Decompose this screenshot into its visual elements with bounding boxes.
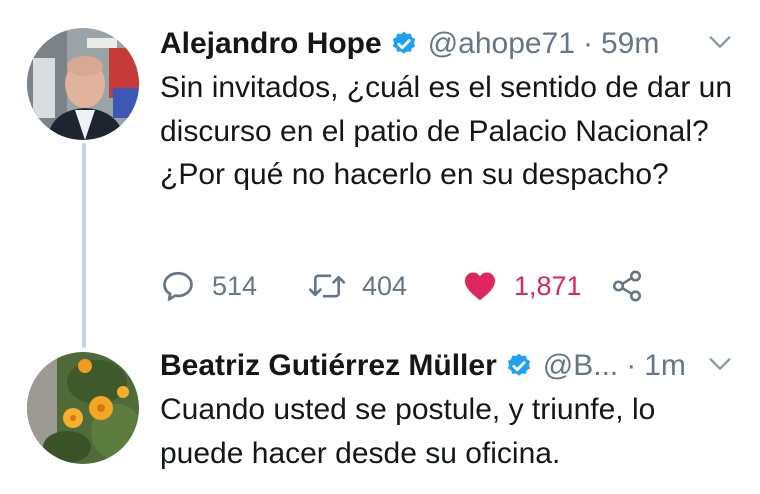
author-handle[interactable]: @B...	[543, 344, 618, 388]
retweet-count: 404	[362, 270, 408, 301]
verified-badge-icon	[392, 31, 415, 54]
tweet-1[interactable]: Alejandro Hope @ahope71 · 59m Sin invita…	[160, 22, 760, 197]
tweet-text: Sin invitados, ¿cuál es el sentido de da…	[160, 71, 733, 191]
timestamp[interactable]: 1m	[644, 344, 686, 388]
tweet-1-header: Alejandro Hope @ahope71 · 59m	[160, 22, 760, 66]
author-name[interactable]: Alejandro Hope	[160, 22, 382, 66]
author-name[interactable]: Beatriz Gutiérrez Müller	[160, 344, 497, 388]
verified-badge-icon	[507, 353, 530, 376]
retweet-button[interactable]: 404	[308, 266, 407, 306]
like-button[interactable]: 1,871	[462, 266, 582, 306]
thread-connector-line	[82, 143, 86, 348]
like-count: 1,871	[514, 270, 582, 301]
reply-icon	[163, 271, 193, 301]
reply-button[interactable]: 514	[160, 266, 257, 306]
author-handle[interactable]: @ahope71	[428, 22, 575, 66]
share-button[interactable]	[610, 266, 644, 306]
chevron-down-icon[interactable]	[706, 350, 734, 378]
share-icon	[612, 270, 642, 302]
avatar-alejandro-hope[interactable]	[27, 28, 139, 140]
separator-dot: ·	[626, 349, 637, 382]
timestamp[interactable]: 59m	[601, 22, 659, 66]
chevron-down-icon[interactable]	[706, 28, 734, 56]
retweet-icon	[308, 274, 346, 298]
separator-dot: ·	[582, 27, 593, 60]
heart-icon	[465, 272, 495, 300]
reply-count: 514	[212, 270, 258, 301]
tweet-2[interactable]: Beatriz Gutiérrez Müller @B... · 1m Cuan…	[160, 344, 760, 475]
tweet-2-header: Beatriz Gutiérrez Müller @B... · 1m	[160, 344, 760, 388]
avatar-beatriz-gutierrez-muller[interactable]	[27, 352, 139, 464]
tweet-text: Cuando usted se postule, y triunfe, lo p…	[160, 393, 656, 470]
